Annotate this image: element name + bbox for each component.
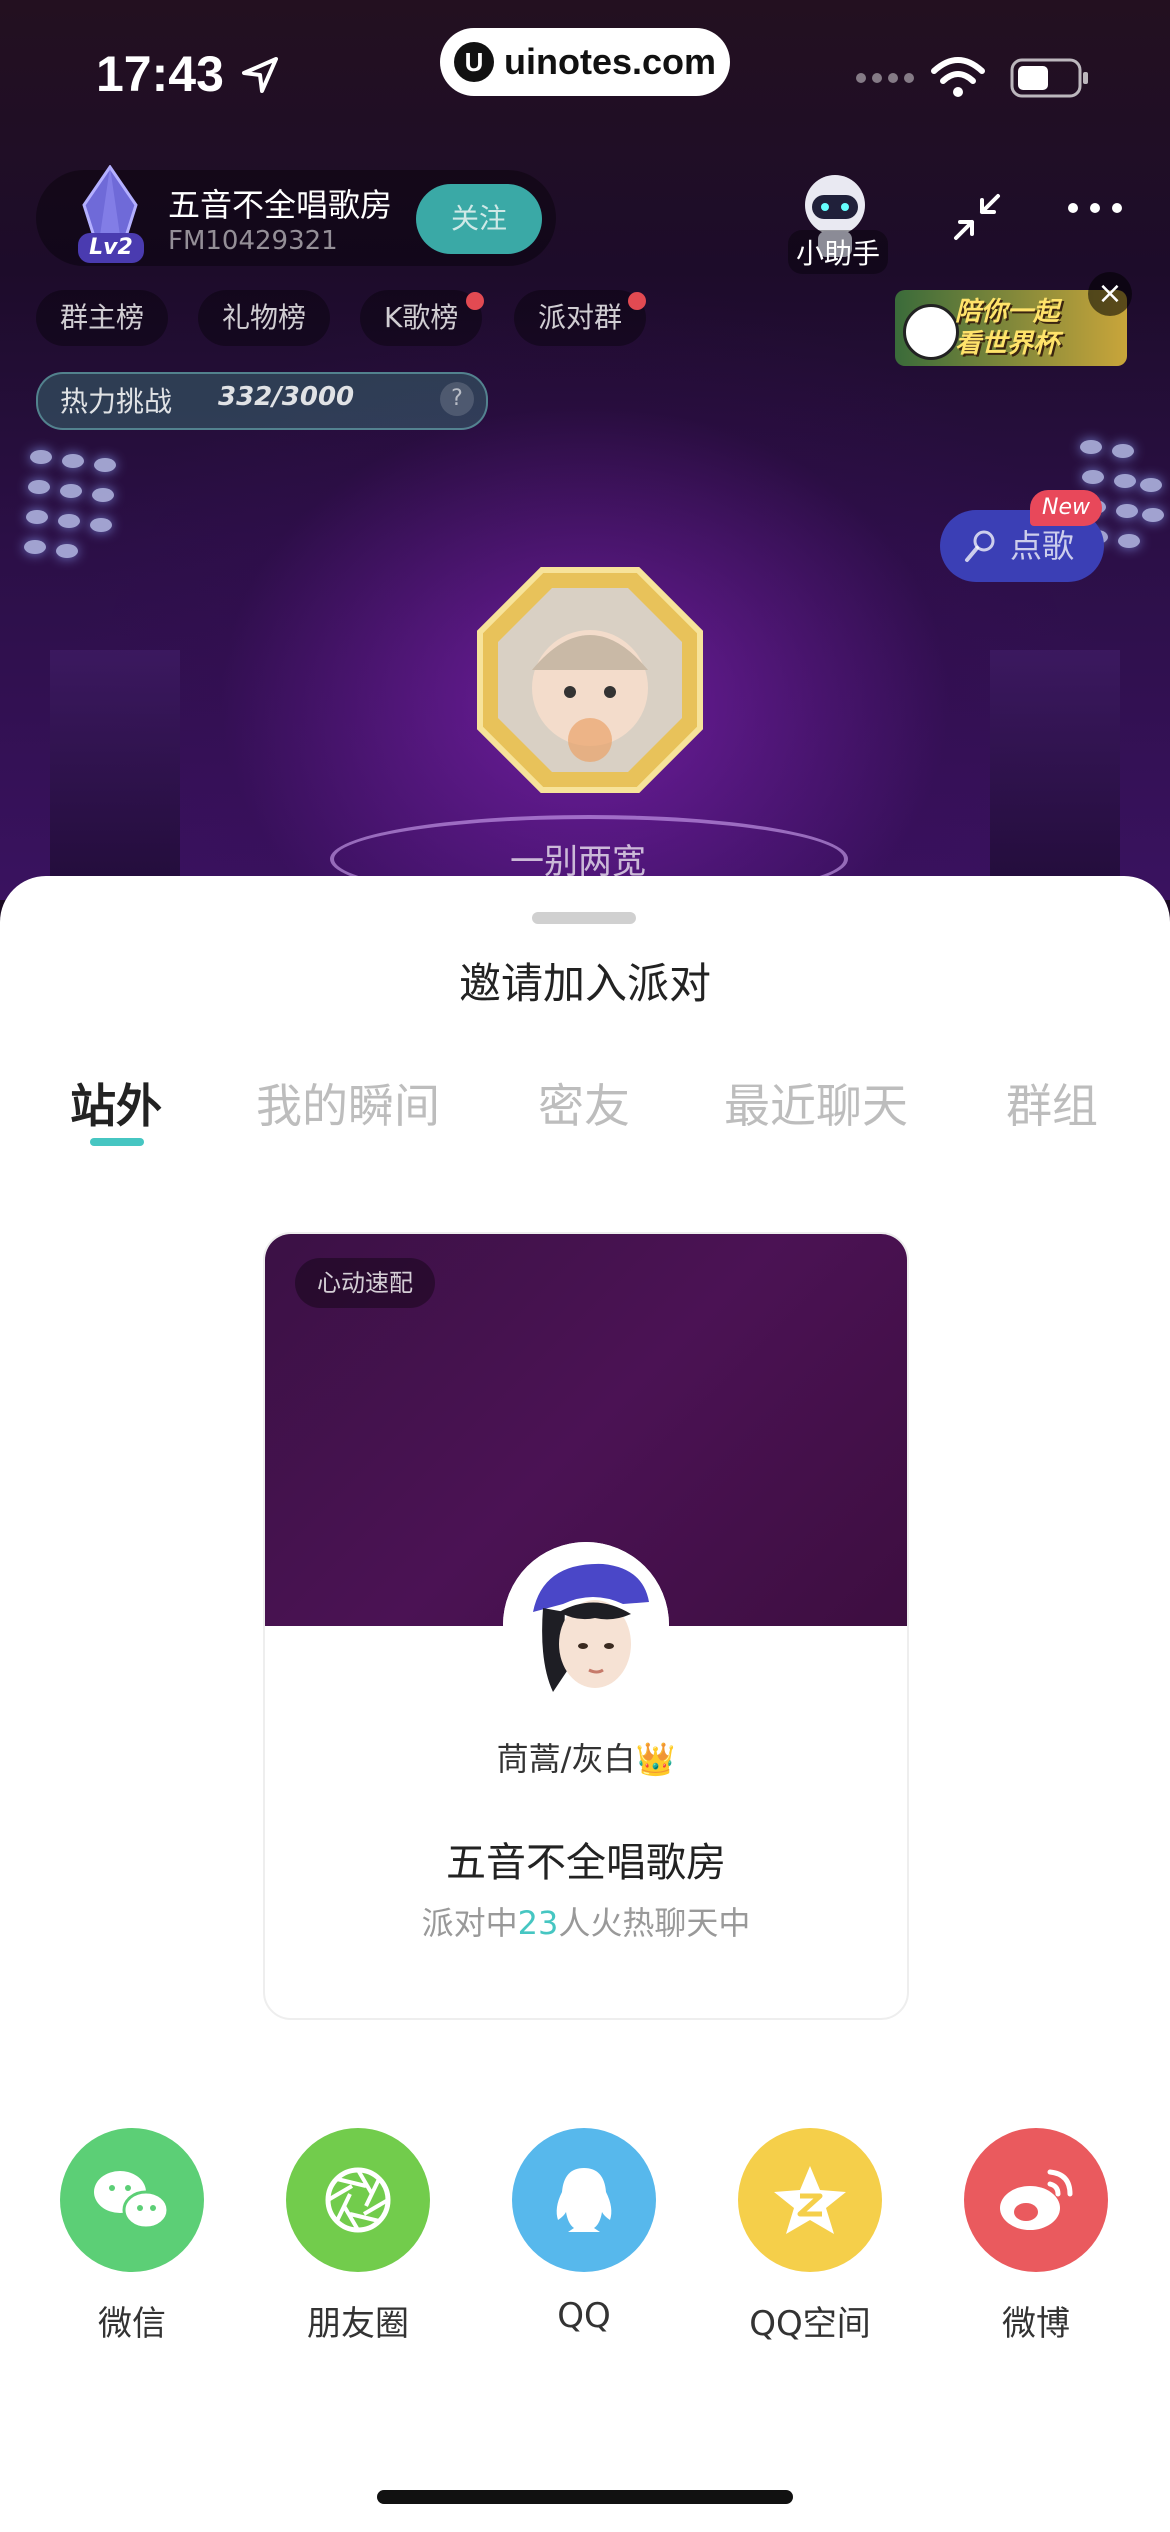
room-id: FM10429321 (168, 226, 338, 256)
share-qzone-button[interactable] (738, 2128, 882, 2272)
wechat-icon (94, 2171, 170, 2230)
microphone-icon (965, 530, 995, 562)
qzone-icon (774, 2166, 846, 2234)
tag-gift-rank[interactable]: 礼物榜 (198, 290, 331, 346)
sheet-title: 邀请加入派对 (458, 959, 711, 1008)
watermark-logo: U (454, 42, 494, 82)
new-badge: New (1030, 490, 1102, 526)
card-room-title: 五音不全唱歌房 (446, 1840, 726, 1886)
stage-pillar-right (990, 650, 1120, 910)
heat-help-icon[interactable]: ? (440, 382, 474, 416)
heat-challenge-label: 热力挑战 (60, 385, 173, 418)
home-indicator[interactable] (377, 2490, 793, 2504)
minimize-icon[interactable] (950, 190, 1004, 244)
sheet-grabber[interactable] (532, 912, 636, 924)
tab-groups[interactable]: 群组 (1006, 1070, 1098, 1136)
share-qq-label: QQ (557, 2296, 611, 2336)
tag-owner-rank[interactable]: 群主榜 (36, 290, 169, 346)
stadium-light-left (10, 440, 160, 590)
share-weibo-button[interactable] (964, 2128, 1108, 2272)
soccer-ball-icon (903, 304, 959, 360)
banner-text: 陪你一起 看世界杯 (955, 296, 1059, 360)
location-arrow-icon (242, 57, 278, 93)
share-wechat-button[interactable] (60, 2128, 204, 2272)
share-weibo-label: 微博 (1002, 2304, 1070, 2344)
weibo-icon (1000, 2169, 1073, 2230)
share-moments-label: 朋友圈 (307, 2304, 409, 2344)
card-sub-suffix: 人火热聊天中 (558, 1904, 751, 1942)
wifi-icon (931, 57, 985, 97)
moments-icon (325, 2167, 391, 2233)
card-sub-count: 23 (517, 1904, 559, 1942)
seat-avatar[interactable] (470, 560, 710, 800)
status-time: 17:43 (96, 46, 224, 102)
share-wechat-label: 微信 (98, 2304, 166, 2344)
party-share-card: 心动速配 茼蒿/灰白👑 五音不全唱歌房 派对中23人火热聊天中 (263, 1232, 909, 2020)
card-sub-prefix: 派对中 (421, 1904, 518, 1942)
party-group-dot (628, 292, 646, 310)
tab-recent-chats[interactable]: 最近聊天 (724, 1070, 908, 1136)
tab-close-friends[interactable]: 密友 (538, 1070, 630, 1136)
card-tag: 心动速配 (295, 1258, 435, 1308)
tab-external[interactable]: 站外 (70, 1070, 162, 1136)
banner-text-line1: 陪你一起 (955, 297, 1060, 327)
active-tab-indicator (90, 1138, 144, 1146)
card-online-count: 派对中23人火热聊天中 (265, 1898, 907, 1944)
share-moments-button[interactable] (286, 2128, 430, 2272)
share-qzone-label: QQ空间 (749, 2304, 871, 2344)
qq-icon (556, 2168, 612, 2232)
heat-challenge-progress: 332/3000 (218, 382, 355, 412)
more-options-icon[interactable] (1065, 200, 1125, 216)
banner-text-line2: 看世界杯 (955, 329, 1060, 359)
tag-ksong-rank[interactable]: K歌榜 (360, 290, 483, 346)
ksong-rank-dot (466, 292, 484, 310)
stage-pillar-left (50, 650, 180, 910)
battery-icon (1010, 58, 1088, 98)
share-qq-button[interactable] (512, 2128, 656, 2272)
watermark-text: uinotes.com (504, 41, 717, 82)
room-title: 五音不全唱歌房 (168, 186, 393, 224)
level-chip: Lv2 (78, 233, 144, 263)
assistant-label[interactable]: 小助手 (788, 230, 889, 274)
close-icon[interactable]: × (1088, 272, 1132, 316)
follow-button[interactable]: 关注 (416, 184, 542, 254)
tag-party-group[interactable]: 派对群 (514, 290, 647, 346)
host-name: 茼蒿/灰白👑 (496, 1740, 676, 1778)
cellular-signal-icon (856, 73, 914, 83)
tab-my-moments[interactable]: 我的瞬间 (256, 1070, 440, 1136)
watermark-badge: U uinotes.com (440, 28, 730, 96)
host-avatar (503, 1542, 669, 1708)
